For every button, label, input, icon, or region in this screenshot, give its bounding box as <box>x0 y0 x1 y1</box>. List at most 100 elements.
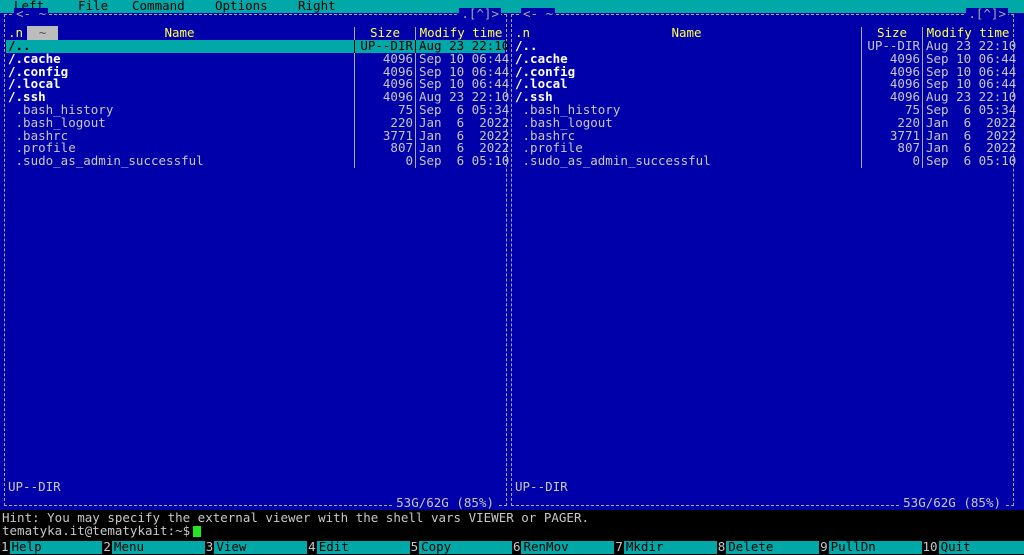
function-key-number: 6 <box>511 539 522 555</box>
left-file-list[interactable]: /.. UP--DIR Aug 23 22:10/.cache 4096 Sep 10 … <box>6 39 509 490</box>
text-cursor <box>193 526 202 537</box>
function-key-f4[interactable]: 4 Edit <box>307 539 410 555</box>
function-key-f7[interactable]: 7 Mkdir <box>614 539 717 555</box>
row-sep-2 <box>415 116 416 130</box>
file-name: /.cache <box>8 52 61 66</box>
function-key-number: 5 <box>409 539 420 555</box>
right-panel-status: UP--DIR <box>515 479 568 495</box>
file-name: /.local <box>515 78 568 92</box>
file-name: .bashrc <box>515 129 576 143</box>
row-sep-2 <box>922 116 923 130</box>
function-key-number: 4 <box>307 539 317 555</box>
right-col-name[interactable]: .n Name <box>513 25 860 40</box>
row-sep-2 <box>922 52 923 66</box>
file-size: 0 <box>912 153 920 169</box>
menu-item-file[interactable]: File <box>78 0 108 13</box>
function-key-f2[interactable]: 2 Menu <box>102 540 205 555</box>
mouse-pointer-overlay: ~ <box>27 26 58 40</box>
left-panel-sort-widget[interactable]: .[^]> <box>459 7 501 21</box>
file-row[interactable]: .sudo_as_admin_successful 0 Sep 6 05:10 <box>6 154 509 168</box>
left-col-name[interactable]: .n Name <box>6 25 353 40</box>
function-key-label[interactable]: Mkdir <box>623 540 717 554</box>
function-key-f6[interactable]: 6 RenMov <box>511 539 615 555</box>
row-sep-2 <box>415 52 416 66</box>
row-sep-1 <box>354 155 355 168</box>
row-sep-2 <box>922 65 923 79</box>
row-sep-1 <box>861 52 862 66</box>
function-key-label[interactable]: PullDn <box>828 540 922 554</box>
right-panel-free-space: 53G/62G (85%) <box>900 497 1004 510</box>
function-key-number: 9 <box>819 539 829 555</box>
right-panel[interactable]: <- ~ .[^]> .n Name Size Modify time /.. U… <box>511 7 1018 510</box>
left-col-sep-1 <box>354 27 355 40</box>
row-sep-2 <box>415 155 416 168</box>
file-name: .sudo_as_admin_successful <box>8 155 204 168</box>
row-sep-2 <box>922 129 923 143</box>
file-name: .bashrc <box>8 129 69 143</box>
menu-item-right[interactable]: Right <box>298 0 336 13</box>
row-sep-2 <box>415 103 416 117</box>
function-key-number: 8 <box>716 539 727 555</box>
left-panel-free-space: 53G/62G (85%) <box>393 497 497 510</box>
row-sep-1 <box>354 116 355 130</box>
right-file-list[interactable]: /.. UP--DIR Aug 23 22:10/.cache 4096 Sep 10 … <box>513 39 1016 490</box>
row-sep-1 <box>861 78 862 92</box>
file-name: /.local <box>8 78 61 92</box>
function-key-label[interactable]: Edit <box>316 540 410 554</box>
right-panel-sort-widget[interactable]: .[^]> <box>966 7 1008 21</box>
left-col-name-label[interactable]: Name <box>164 25 194 40</box>
left-panel-status: UP--DIR <box>8 479 61 495</box>
row-sep-2 <box>922 103 923 117</box>
file-name: .profile <box>8 142 76 156</box>
function-key-f1[interactable]: 1 Help <box>0 539 103 555</box>
right-panel-path[interactable]: <- ~ <box>521 7 556 21</box>
function-key-number: 1 <box>0 539 10 555</box>
left-col-sort-indicator[interactable]: .n <box>8 26 23 40</box>
function-key-label[interactable]: Help <box>9 540 103 554</box>
file-name: .bash_logout <box>515 116 613 130</box>
row-sep-1 <box>861 155 862 168</box>
left-col-sep-2 <box>415 27 416 40</box>
function-key-number: 3 <box>204 539 215 555</box>
row-sep-1 <box>861 129 862 143</box>
row-sep-2 <box>415 142 416 156</box>
row-sep-1 <box>861 40 862 53</box>
file-name: .profile <box>515 142 583 156</box>
shell-prompt-line[interactable]: tematyka.it@tematykait:~$ <box>0 524 1024 538</box>
function-key-label[interactable]: Copy <box>419 540 512 554</box>
function-key-label[interactable]: Delete <box>726 540 820 554</box>
function-key-f5[interactable]: 5 Copy <box>409 539 512 555</box>
menu-item-options[interactable]: Options <box>215 0 268 13</box>
row-sep-2 <box>415 129 416 143</box>
row-sep-2 <box>922 91 923 104</box>
function-key-number: 10 <box>921 539 939 555</box>
file-name: /.config <box>515 65 576 79</box>
row-sep-1 <box>354 91 355 104</box>
row-sep-2 <box>415 65 416 79</box>
menu-item-command[interactable]: Command <box>132 0 185 13</box>
left-panel-path[interactable]: <- ~ <box>14 7 49 21</box>
file-name: /.ssh <box>8 91 46 104</box>
file-name: /.cache <box>515 52 568 66</box>
right-col-sep-1 <box>861 27 862 40</box>
function-key-f10[interactable]: 10 Quit <box>921 539 1024 555</box>
function-key-number: 7 <box>614 539 624 555</box>
row-sep-1 <box>354 103 355 117</box>
file-name: /.config <box>8 65 69 79</box>
function-key-label[interactable]: View <box>214 540 308 554</box>
function-key-label[interactable]: RenMov <box>521 540 615 554</box>
panels-area: <- ~ .[^]> ~ .n Name Size Modify time /.… <box>0 7 1024 510</box>
right-col-sort-indicator[interactable]: .n <box>515 26 530 40</box>
row-sep-2 <box>922 78 923 92</box>
function-key-label[interactable]: Menu <box>111 540 205 554</box>
row-sep-2 <box>415 78 416 92</box>
file-row[interactable]: .sudo_as_admin_successful 0 Sep 6 05:10 <box>513 153 1016 169</box>
function-key-f8[interactable]: 8 Delete <box>716 539 820 555</box>
function-key-label[interactable]: Quit <box>938 540 1024 554</box>
right-col-name-label[interactable]: Name <box>671 25 701 40</box>
function-key-f3[interactable]: 3 View <box>204 539 308 555</box>
row-sep-1 <box>354 40 355 53</box>
function-key-f9[interactable]: 9 PullDn <box>819 539 922 555</box>
left-panel[interactable]: <- ~ .[^]> ~ .n Name Size Modify time /.… <box>4 7 511 510</box>
row-sep-1 <box>861 65 862 79</box>
